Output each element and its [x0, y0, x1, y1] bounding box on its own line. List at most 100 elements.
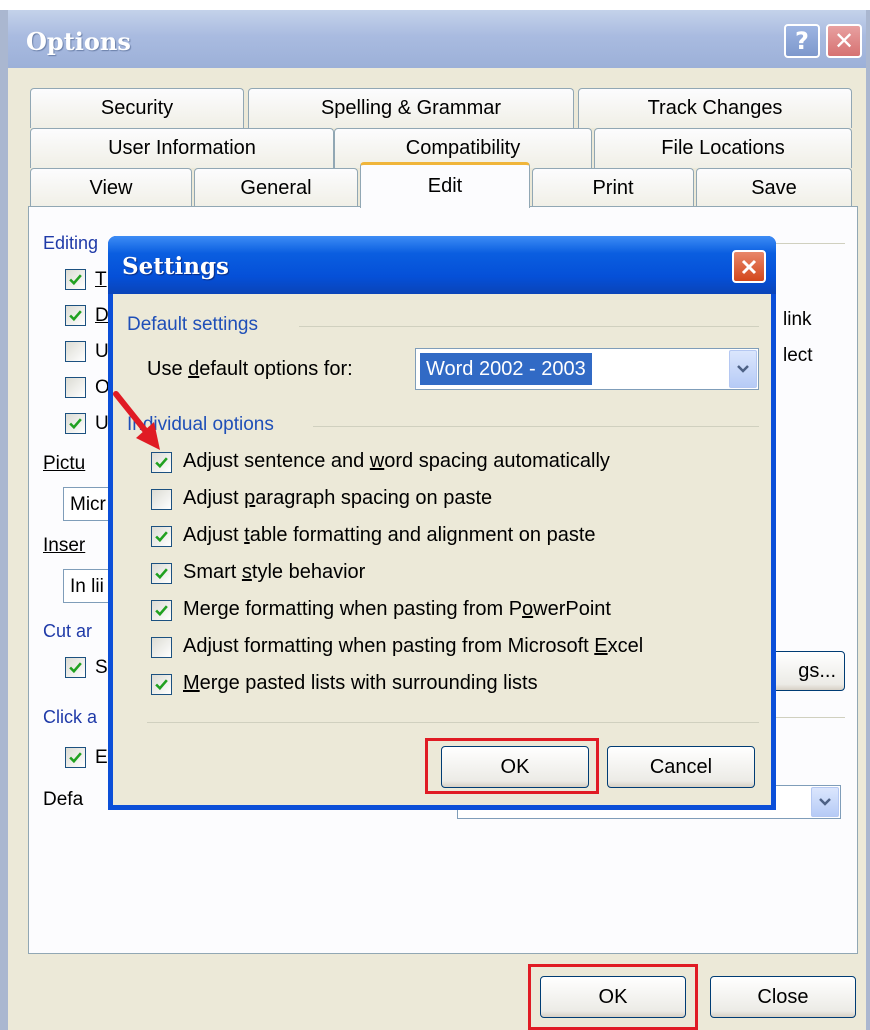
tab-save[interactable]: Save: [696, 168, 852, 208]
option-label-1: Adjust sentence and word spacing automat…: [183, 450, 610, 472]
option-checkbox-3[interactable]: [151, 526, 172, 547]
ok-highlight-box: [528, 964, 698, 1030]
cut-group-label: Cut ar: [43, 621, 93, 641]
insert-select-value: In lii: [70, 576, 104, 597]
option-label-6: Adjust formatting when pasting from Micr…: [183, 635, 644, 657]
option-label-2: Adjust paragraph spacing on paste: [183, 487, 493, 509]
options-close-footer-button[interactable]: Close: [710, 976, 856, 1018]
picture-label: Pictu: [43, 453, 86, 474]
option-checkbox-2[interactable]: [151, 489, 172, 510]
editing-checkbox-4[interactable]: [65, 377, 86, 398]
default-options-value: Word 2002 - 2003: [420, 353, 592, 385]
tab-spelling-grammar[interactable]: Spelling & Grammar: [248, 88, 574, 128]
editing-group-label: Editing: [43, 233, 99, 253]
editing-option-5: U: [95, 413, 109, 434]
cancel-label: Cancel: [649, 755, 713, 778]
tab-label: File Locations: [661, 137, 785, 159]
check-icon: [155, 679, 168, 691]
settings-cancel-button[interactable]: Cancel: [607, 746, 755, 788]
insert-label: Inser: [43, 535, 86, 556]
tab-user-information[interactable]: User Information: [30, 128, 334, 168]
tab-label: User Information: [108, 137, 256, 159]
option-label-5: Merge formatting when pasting from Power…: [183, 598, 611, 620]
option-label-3: Adjust table formatting and alignment on…: [183, 524, 596, 546]
tab-view[interactable]: View: [30, 168, 192, 208]
option-checkbox-5[interactable]: [151, 600, 172, 621]
dropdown-button[interactable]: [811, 787, 839, 817]
editing-checkbox-1[interactable]: [65, 269, 86, 290]
editing-checkbox-2[interactable]: [65, 305, 86, 326]
settings-dialog: Settings Default settings Use default op…: [108, 236, 776, 810]
tab-label: General: [240, 177, 312, 199]
editing-checkbox-5[interactable]: [65, 413, 86, 434]
tab-label: Edit: [427, 175, 463, 197]
tab-security[interactable]: Security: [30, 88, 244, 128]
check-icon: [155, 457, 168, 469]
footer-divider: [147, 722, 759, 723]
click-checkbox[interactable]: [65, 747, 86, 768]
picture-select-value: Micr: [70, 494, 106, 515]
tab-print[interactable]: Print: [532, 168, 694, 208]
settings-button-label: gs...: [798, 659, 836, 682]
settings-body: Default settings Use default options for…: [113, 294, 771, 805]
options-close-button[interactable]: ✕: [826, 24, 862, 58]
tab-label: Track Changes: [647, 97, 783, 119]
check-icon: [69, 310, 82, 322]
check-icon: [69, 662, 82, 674]
check-icon: [69, 418, 82, 430]
default-settings-group: Default settings: [127, 314, 258, 335]
red-arrow-icon: [113, 391, 160, 450]
settings-close-button[interactable]: [732, 250, 766, 283]
tab-label: Security: [100, 97, 174, 119]
click-group-label: Click a: [43, 707, 98, 727]
tab-label: Compatibility: [405, 137, 521, 159]
help-button[interactable]: ?: [784, 24, 820, 58]
tab-label: Print: [592, 177, 634, 199]
close-icon: ✕: [833, 27, 855, 55]
editing-option-3: U: [95, 341, 109, 362]
chevron-down-icon: [737, 365, 749, 373]
right-fragment-2: lect: [783, 345, 813, 366]
option-label-4: Smart style behavior: [183, 561, 366, 583]
tab-general[interactable]: General: [194, 168, 358, 208]
options-title: Options: [26, 27, 131, 56]
options-titlebar[interactable]: Options ? ✕: [8, 10, 866, 68]
option-checkbox-7[interactable]: [151, 674, 172, 695]
cut-checkbox[interactable]: [65, 657, 86, 678]
tab-label: View: [89, 177, 133, 199]
chevron-down-icon: [819, 798, 831, 806]
group-divider: [299, 326, 759, 327]
settings-ok-highlight-box: [425, 738, 599, 794]
default-paragraph-label: Defa: [43, 789, 84, 810]
use-default-label: Use default options for:: [147, 358, 353, 380]
tab-file-locations[interactable]: File Locations: [594, 128, 852, 168]
check-icon: [155, 605, 168, 617]
option-checkbox-6[interactable]: [151, 637, 172, 658]
check-icon: [69, 752, 82, 764]
tab-label: Save: [751, 177, 797, 199]
close-label: Close: [757, 985, 809, 1008]
tab-edit[interactable]: Edit: [360, 162, 530, 208]
check-icon: [155, 568, 168, 580]
dropdown-button[interactable]: [729, 350, 757, 388]
check-icon: [69, 274, 82, 286]
check-icon: [155, 531, 168, 543]
tab-label: Spelling & Grammar: [320, 97, 502, 119]
settings-title: Settings: [122, 253, 229, 280]
close-icon: [741, 259, 757, 274]
default-options-select[interactable]: Word 2002 - 2003: [415, 348, 759, 390]
option-checkbox-4[interactable]: [151, 563, 172, 584]
editing-option-2: D: [95, 305, 109, 326]
right-fragment-1: link: [783, 309, 812, 330]
group-divider: [313, 426, 759, 427]
tab-track-changes[interactable]: Track Changes: [578, 88, 852, 128]
cut-option: S: [95, 657, 108, 678]
option-label-7: Merge pasted lists with surrounding list…: [183, 672, 538, 694]
settings-titlebar[interactable]: Settings: [108, 236, 776, 294]
click-option: E: [95, 747, 108, 768]
group-divider: [769, 717, 845, 718]
editing-option-1: T: [95, 269, 107, 290]
group-divider: [769, 243, 845, 244]
help-icon: ?: [795, 27, 809, 55]
editing-checkbox-3[interactable]: [65, 341, 86, 362]
